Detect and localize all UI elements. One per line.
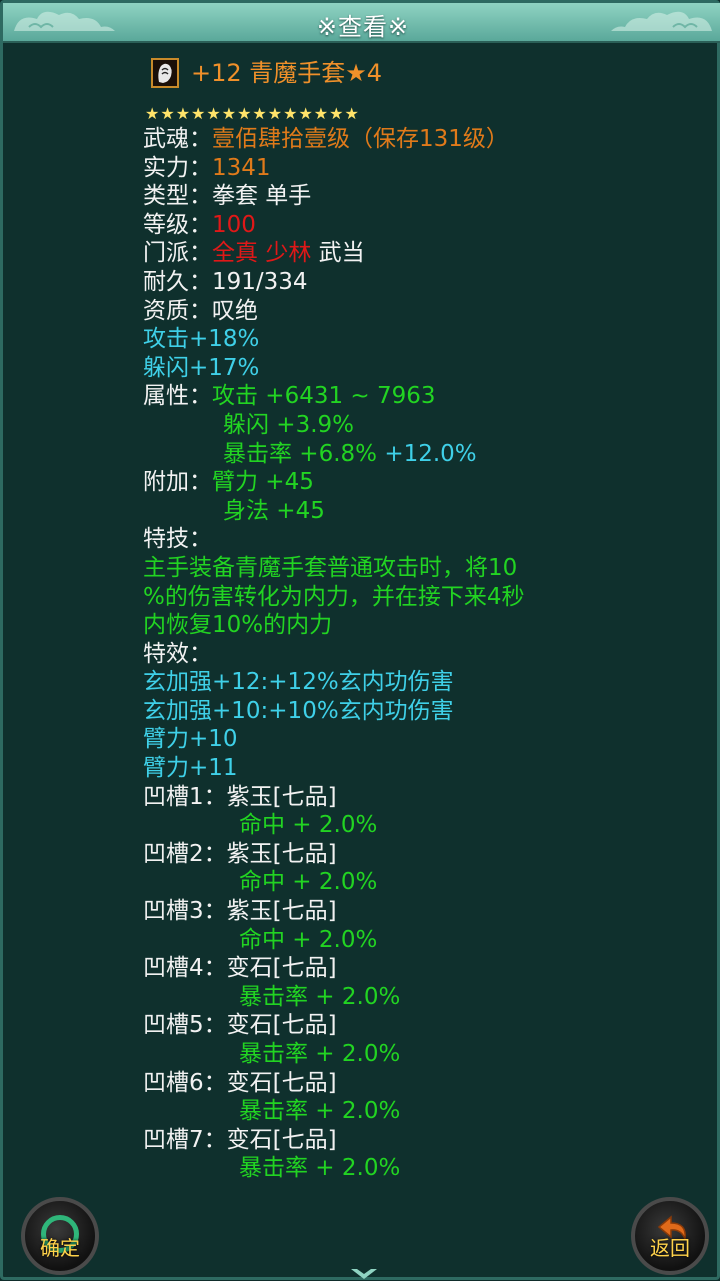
additional-value: 身法 +45 xyxy=(223,497,325,524)
cloud-decoration-icon xyxy=(611,11,712,32)
effects-label: 特效： xyxy=(143,640,212,667)
school-wudang: 武当 xyxy=(318,240,365,267)
attr-wuhun: 武魂：壹佰肆拾壹级（保存131级） xyxy=(143,125,703,154)
item-name: +12 青魔手套★4 xyxy=(191,58,383,87)
slot-label: 凹槽7： xyxy=(143,1126,227,1153)
attr-durability: 耐久：191/334 xyxy=(143,268,703,297)
attr-label: 类型： xyxy=(143,183,212,210)
slot-label: 凹槽3： xyxy=(143,898,227,925)
skill-text: 主手装备青魔手套普通攻击时，将10 xyxy=(143,554,518,581)
item-header: +12 青魔手套★4 xyxy=(151,53,703,93)
bonus-line: 攻击+18% xyxy=(143,326,260,353)
properties-line: 属性：攻击 +6431 ~ 7963 xyxy=(143,382,703,411)
additional-line: 附加：臂力 +45 xyxy=(143,468,703,497)
star-rating: ★★★★★★★★★★★★★★ xyxy=(145,104,360,123)
slot-gem: 变石[七品] xyxy=(226,1069,337,1096)
attr-value: 拳套 单手 xyxy=(212,183,312,210)
back-label: 返回 xyxy=(650,1236,690,1260)
attr-label: 耐久： xyxy=(143,268,212,295)
slot-effect: 暴击率 + 2.0% xyxy=(239,1041,401,1067)
slot-effect: 命中 + 2.0% xyxy=(239,869,378,896)
slot-effect: 暴击率 + 2.0% xyxy=(239,1155,401,1182)
additional-label: 附加： xyxy=(143,469,212,496)
slot-line: 凹槽2：紫玉[七品] xyxy=(143,840,703,869)
attr-label: 等级： xyxy=(143,211,212,238)
slot-gem: 变石[七品] xyxy=(226,1126,337,1153)
slot-line: 凹槽4：变石[七品] xyxy=(143,954,703,983)
property-value: 攻击 +6431 ~ 7963 xyxy=(212,383,436,410)
slot-effect: 暴击率 + 2.0% xyxy=(239,1098,401,1125)
attr-school: 门派：全真 少林 武当 xyxy=(143,239,703,268)
slot-gem: 变石[七品] xyxy=(226,1012,337,1039)
slot-label: 凹槽4： xyxy=(143,955,227,982)
attr-label: 资质： xyxy=(143,297,212,324)
attr-value: 壹佰肆拾壹级（保存131级） xyxy=(212,126,509,152)
item-detail-window: ※查看※ +12 青魔手套★4 ★★★★★★★★★★★★★★ 武魂：壹佰肆拾壹级… xyxy=(0,0,720,1280)
slot-gem: 变石[七品] xyxy=(226,955,337,982)
attr-power: 实力：1341 xyxy=(143,154,703,183)
slot-gem: 紫玉[七品] xyxy=(226,783,337,810)
slot-label: 凹槽5： xyxy=(143,1012,227,1039)
attr-label: 武魂： xyxy=(143,126,212,152)
slot-gem: 紫玉[七品] xyxy=(226,840,337,867)
effect-line: 臂力+11 xyxy=(143,755,238,782)
attr-label: 门派： xyxy=(143,240,212,267)
slot-label: 凹槽2： xyxy=(143,840,227,867)
attr-quality: 资质：叹绝 xyxy=(143,297,703,326)
slot-effect: 命中 + 2.0% xyxy=(239,812,378,839)
scroll-down-indicator-icon xyxy=(351,1269,377,1279)
slot-label: 凹槽1： xyxy=(143,783,227,810)
confirm-button[interactable]: 确定 xyxy=(21,1197,99,1275)
back-button[interactable]: 返回 xyxy=(631,1197,709,1275)
slot-line: 凹槽1：紫玉[七品] xyxy=(143,783,703,812)
slot-line: 凹槽3：紫玉[七品] xyxy=(143,897,703,926)
attr-label: 实力： xyxy=(143,154,212,181)
property-value: 躲闪 +3.9% xyxy=(223,411,355,438)
attr-value: 191/334 xyxy=(212,268,308,295)
attr-value: 1341 xyxy=(212,154,271,181)
skill-text: %的伤害转化为内力，并在接下来4秒 xyxy=(143,583,525,610)
school-shaolin: 少林 xyxy=(265,240,312,267)
slot-effect: 暴击率 + 2.0% xyxy=(239,983,401,1010)
bonus-line: 躲闪+17% xyxy=(143,354,260,381)
property-extra: +12.0% xyxy=(384,440,477,467)
attr-value: 叹绝 xyxy=(212,297,258,324)
properties-line: 暴击率 +6.8% +12.0% xyxy=(143,440,703,469)
attr-value: 100 xyxy=(212,211,256,238)
properties-label: 属性： xyxy=(143,383,212,410)
title-bar: ※查看※ xyxy=(3,3,720,43)
item-details: +12 青魔手套★4 ★★★★★★★★★★★★★★ 武魂：壹佰肆拾壹级（保存13… xyxy=(143,53,703,1183)
additional-value: 臂力 +45 xyxy=(212,469,314,496)
attr-level: 等级：100 xyxy=(143,211,703,240)
slot-line: 凹槽7：变石[七品] xyxy=(143,1126,703,1155)
school-quanzhen: 全真 xyxy=(212,240,258,267)
slot-effect: 命中 + 2.0% xyxy=(239,926,378,953)
property-value: 暴击率 +6.8% xyxy=(223,440,378,467)
effect-line: 臂力+10 xyxy=(143,726,238,753)
effect-line: 玄加强+10:+10%玄内功伤害 xyxy=(143,697,454,724)
glove-item-icon xyxy=(151,58,179,88)
skill-text: 内恢复10%的内力 xyxy=(143,612,333,639)
effect-line: 玄加强+12:+12%玄内功伤害 xyxy=(143,669,454,696)
confirm-label: 确定 xyxy=(40,1236,80,1260)
slot-line: 凹槽5：变石[七品] xyxy=(143,1011,703,1040)
attr-type: 类型：拳套 单手 xyxy=(143,182,703,211)
skill-label: 特技： xyxy=(143,526,212,553)
slot-label: 凹槽6： xyxy=(143,1069,227,1096)
slot-line: 凹槽6：变石[七品] xyxy=(143,1069,703,1098)
slot-gem: 紫玉[七品] xyxy=(226,898,337,925)
